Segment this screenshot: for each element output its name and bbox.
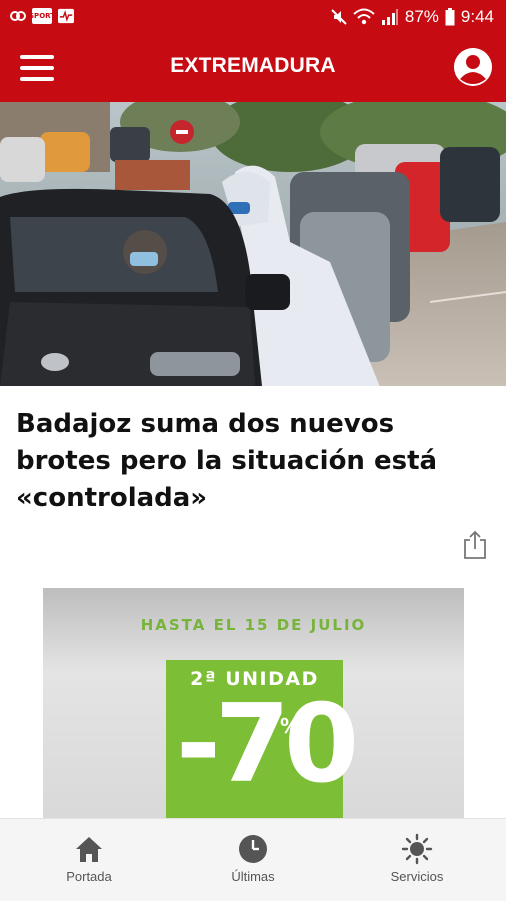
- notification-icons: SPORT: [10, 8, 74, 24]
- sun-icon: [401, 833, 433, 865]
- news-photo: [0, 102, 506, 386]
- article-hero-image[interactable]: [0, 102, 506, 386]
- nav-label-servicios: Servicios: [390, 869, 444, 884]
- battery-icon: [445, 8, 455, 26]
- status-bar: SPORT 87% 9:44: [0, 0, 506, 34]
- profile-button[interactable]: [454, 48, 492, 86]
- share-button[interactable]: [463, 530, 487, 560]
- section-title: EXTREMADURA: [170, 54, 336, 77]
- app-bar: EXTREMADURA: [0, 34, 506, 102]
- nav-item-servicios[interactable]: Servicios: [357, 833, 477, 884]
- system-status: 87% 9:44: [331, 7, 494, 27]
- nav-label-ultimas: Últimas: [231, 869, 275, 884]
- advertisement-banner[interactable]: HASTA EL 15 DE JULIO 2ª UNIDAD -70 %: [43, 588, 464, 828]
- link-icon: [10, 11, 26, 21]
- share-icon: [464, 530, 486, 559]
- bottom-navigation: Portada Últimas Servicios: [0, 818, 506, 901]
- ad-discount-value: -70: [176, 682, 359, 807]
- user-icon: [454, 48, 492, 86]
- ad-percent-sign: %: [280, 714, 301, 738]
- nav-item-ultimas[interactable]: Últimas: [193, 833, 313, 884]
- sport-app-icon: SPORT: [29, 8, 55, 24]
- clock-icon: [239, 835, 267, 863]
- pulse-app-icon: [58, 8, 74, 24]
- ad-promo-date: HASTA EL 15 DE JULIO: [140, 616, 367, 634]
- wifi-icon: [353, 8, 375, 25]
- nav-item-portada[interactable]: Portada: [29, 833, 149, 884]
- article-headline[interactable]: Badajoz suma dos nuevos brotes pero la s…: [16, 406, 490, 517]
- battery-percentage: 87%: [404, 7, 439, 26]
- signal-icon: [381, 9, 398, 25]
- ad-discount-box: 2ª UNIDAD -70 %: [166, 660, 359, 828]
- home-icon: [76, 837, 102, 862]
- nav-label-portada: Portada: [66, 869, 112, 884]
- mute-icon: [331, 9, 347, 25]
- clock-time: 9:44: [460, 7, 494, 26]
